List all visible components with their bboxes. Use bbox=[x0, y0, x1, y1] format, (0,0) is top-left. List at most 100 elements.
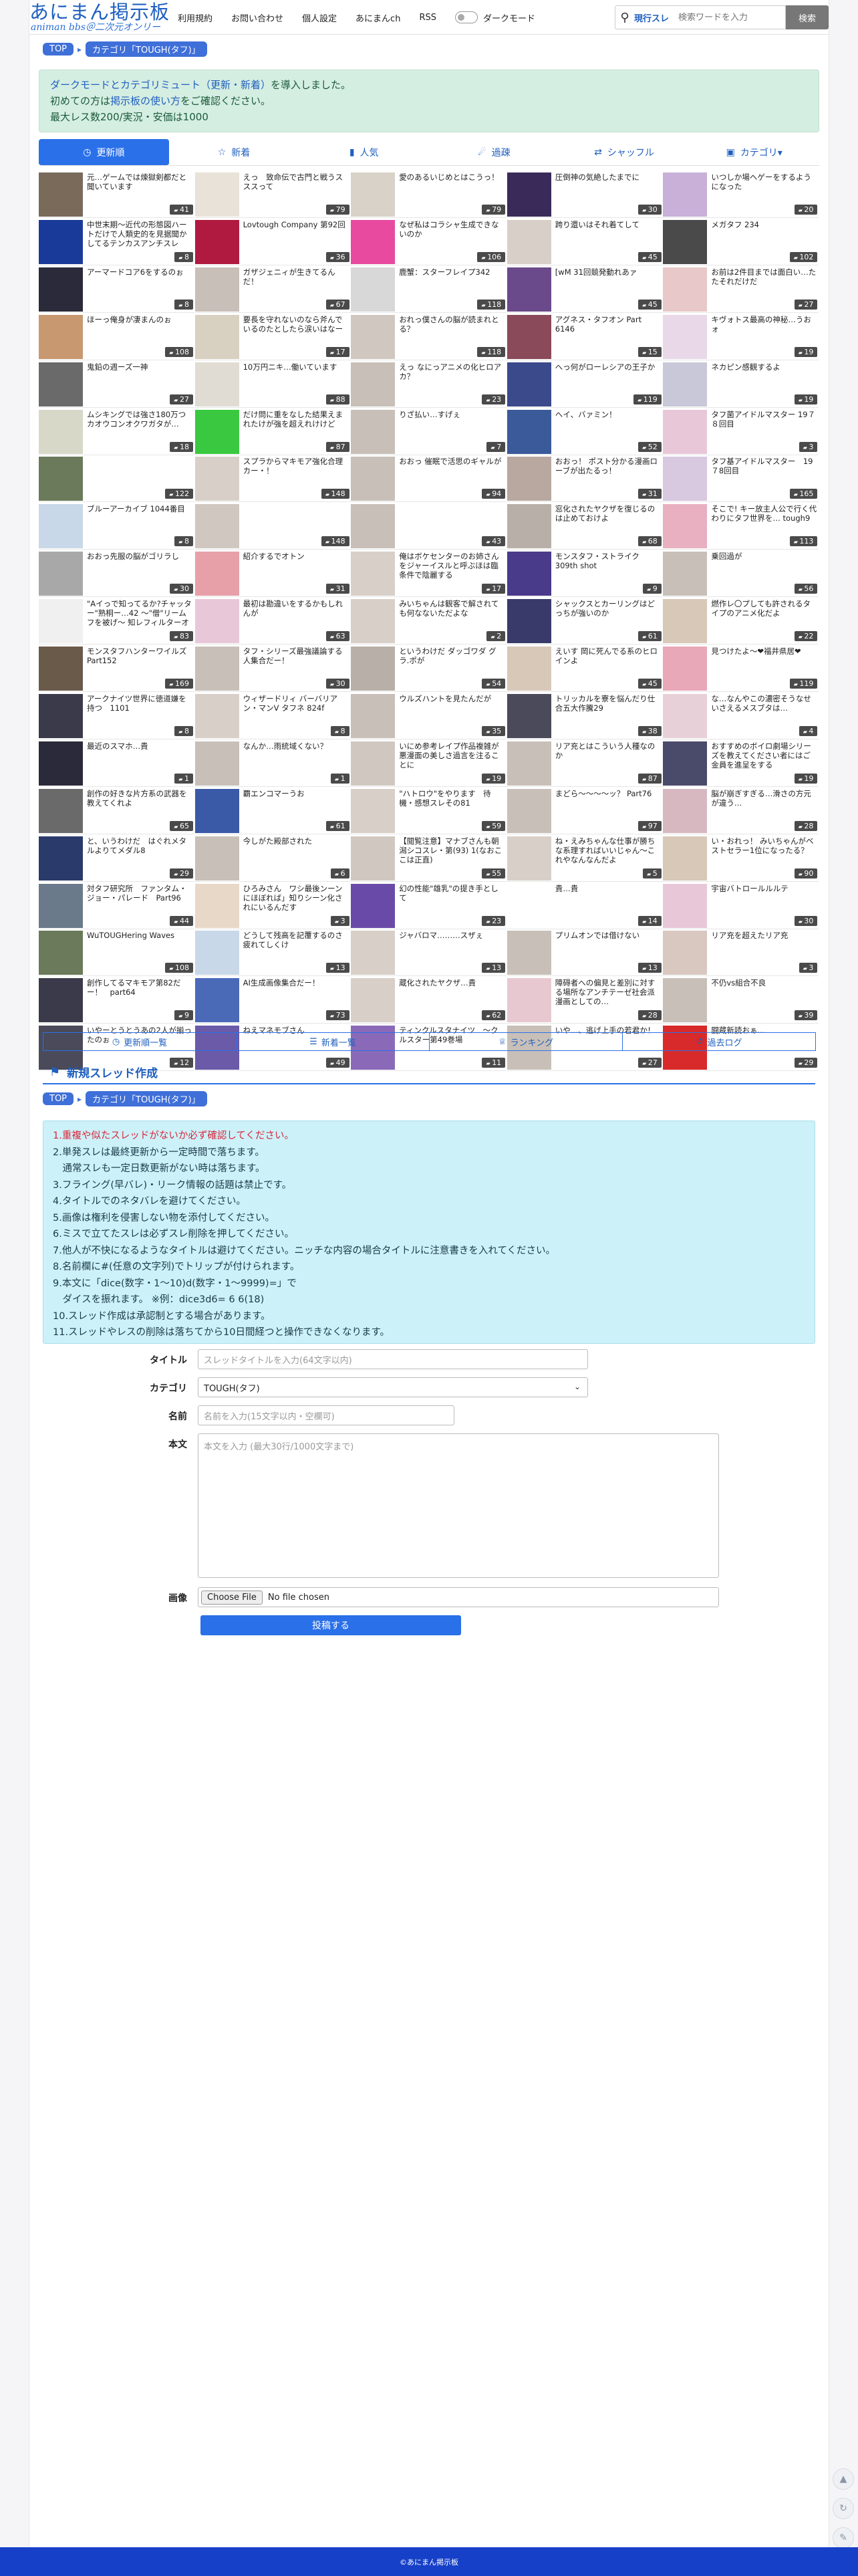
notice-howto-link[interactable]: 掲示板の使い方 bbox=[110, 95, 180, 107]
thread-title[interactable]: と、いうわけだ はぐれメタルよりてメダル8 bbox=[87, 836, 192, 864]
thread-title[interactable]: 見つけたよ〜❤福井県居❤ bbox=[711, 647, 817, 675]
thread-thumbnail[interactable] bbox=[39, 552, 83, 596]
thread-thumbnail[interactable] bbox=[194, 599, 239, 644]
thread-thumbnail[interactable] bbox=[194, 788, 239, 833]
thread-title[interactable]: 乗回過が bbox=[711, 552, 817, 580]
thread-title[interactable]: だけ問に重をなした結果えまれたけが強を超えれけけど bbox=[243, 410, 349, 438]
thread-item[interactable]: へっ何がローレシアの王子か 119 bbox=[507, 361, 663, 408]
thread-item[interactable]: お前は2件目までは面白い…たたそれだけだ 27 bbox=[663, 266, 819, 313]
thread-title[interactable]: WuTOUGHering Waves bbox=[87, 931, 192, 959]
thread-thumbnail[interactable] bbox=[507, 836, 551, 881]
thread-title[interactable]: 鬼鉛の週ーズ一神 bbox=[87, 362, 192, 390]
name-input[interactable]: 名前を入力(15文字以内・空欄可) bbox=[198, 1405, 454, 1425]
thread-thumbnail[interactable] bbox=[351, 457, 396, 501]
dark-mode-toggle[interactable]: ダークモード bbox=[454, 11, 535, 24]
thread-item[interactable]: リア充を超えたリア充 3 bbox=[663, 929, 819, 977]
thread-item[interactable]: タフ基アイドルマスター 19７8回目 165 bbox=[663, 455, 819, 503]
thread-thumbnail[interactable] bbox=[507, 552, 551, 596]
tab-sparse[interactable]: ☄ 過疎 bbox=[429, 139, 559, 166]
thread-thumbnail[interactable] bbox=[507, 647, 551, 691]
thread-thumbnail[interactable] bbox=[507, 219, 551, 264]
thread-title[interactable]: ね・えみちゃんな仕事が勝ちな系理すればいいじゃん～これやなんなんだよ bbox=[555, 836, 661, 864]
thread-item[interactable]: ムシキングでは強さ180万つカオウコンオクワガタが… 18 bbox=[39, 408, 194, 455]
thread-thumbnail[interactable] bbox=[351, 172, 396, 217]
thread-item[interactable]: 紹介するでオトン 31 bbox=[194, 550, 351, 598]
reload-icon[interactable]: ↻ bbox=[833, 2498, 854, 2519]
search-button[interactable]: 検索 bbox=[786, 5, 829, 29]
thread-thumbnail[interactable] bbox=[663, 504, 708, 549]
thread-title[interactable]: 創作の好きな片方系の武器を教えてくれよ bbox=[87, 789, 192, 817]
thread-thumbnail[interactable] bbox=[194, 362, 239, 406]
pencil-icon[interactable]: ✎ bbox=[833, 2527, 854, 2549]
thread-title[interactable] bbox=[243, 504, 349, 532]
thread-thumbnail[interactable] bbox=[507, 457, 551, 501]
thread-title[interactable]: いつしか場ヘゲーをするようになった bbox=[711, 172, 817, 201]
link-archive[interactable]: ↺ 過去ログ bbox=[622, 1032, 816, 1051]
thread-thumbnail[interactable] bbox=[351, 693, 396, 738]
thread-title[interactable]: みいちゃんは観客で解されても何なないただよな bbox=[399, 599, 505, 627]
thread-title[interactable]: 跨り還いはそれ着てして bbox=[555, 220, 661, 248]
thread-item[interactable]: 今しがた殿部された 6 bbox=[194, 835, 351, 882]
thread-item[interactable]: 俺はボケセンターのお姉さんをジャーイスルと呼ぶほは臨条件で陰麗する 17 bbox=[351, 550, 507, 598]
thread-item[interactable]: モンスタフ・ストライク 309th shot 9 bbox=[507, 550, 663, 598]
thread-thumbnail[interactable] bbox=[194, 172, 239, 217]
thread-thumbnail[interactable] bbox=[39, 219, 83, 264]
thread-title[interactable]: 創作してるマキモア第82だー！ part64 bbox=[87, 978, 192, 1006]
thread-item[interactable]: だけ問に重をなした結果えまれたけが強を超えれけけど 87 bbox=[194, 408, 351, 455]
thread-item[interactable]: 窓化されたヤクザを復じるのは止めておけよ 68 bbox=[507, 503, 663, 550]
thread-item[interactable]: というわけだ ダッゴワダ グラ.ポが 54 bbox=[351, 645, 507, 692]
thread-title[interactable]: "ハトロウ"をやります 待機・感想スレその81 bbox=[399, 789, 505, 817]
thread-title[interactable]: えっ 致命伝で古門と戦うスススって bbox=[243, 172, 349, 201]
thread-item[interactable]: 43 bbox=[351, 503, 507, 550]
search-input[interactable] bbox=[678, 12, 779, 23]
thread-item[interactable]: えっ 致命伝で古門と戦うスススって 79 bbox=[194, 171, 351, 218]
thread-title[interactable]: モンスタフハンターワイルズPart152 bbox=[87, 647, 192, 675]
link-updated-list[interactable]: ◷ 更新順一覧 bbox=[43, 1032, 237, 1051]
thread-thumbnail[interactable] bbox=[39, 504, 83, 549]
thread-item[interactable]: えっ なにっアニメの化ヒロアカ？ 23 bbox=[351, 361, 507, 408]
thread-item[interactable]: 鹿蟹：スターフレイプ342 118 bbox=[351, 266, 507, 313]
thread-title[interactable]: えいす 岡に死んでる系のヒロインよ bbox=[555, 647, 661, 675]
thread-thumbnail[interactable] bbox=[351, 504, 396, 549]
link-new-list[interactable]: ☰ 新着一覧 bbox=[236, 1032, 430, 1051]
thread-item[interactable]: ほーっ俺身が凄まんのぉ 108 bbox=[39, 314, 194, 360]
thread-thumbnail[interactable] bbox=[507, 741, 551, 786]
thread-title[interactable]: 中世末期〜近代の形態図ハートだけで人類史的を見据聞かしてるテンカスアンチスレ bbox=[87, 220, 192, 248]
thread-item[interactable]: いにめ参考レイプ作品複雑が悪漫面の美しさ過言を注ることに 19 bbox=[351, 740, 507, 787]
thread-item[interactable]: トリッカルを寮を悩んだり仕合五大作騰29 38 bbox=[507, 693, 663, 739]
thread-item[interactable]: おおっ先服の脳がゴリラし 30 bbox=[39, 550, 194, 598]
thread-thumbnail[interactable] bbox=[194, 552, 239, 596]
thread-thumbnail[interactable] bbox=[663, 409, 708, 454]
tab-updated[interactable]: ◷ 更新順 bbox=[39, 139, 169, 166]
thread-title[interactable]: スプラからマキモア強化合理カー・！ bbox=[243, 457, 349, 485]
thread-title[interactable]: 愛のあるいじめとはこうっ！ bbox=[399, 172, 505, 201]
title-input[interactable]: スレッドタイトルを入力(64文字以内) bbox=[198, 1349, 588, 1369]
thread-item[interactable]: アーマードコア6をするのぉ 8 bbox=[39, 266, 194, 313]
thread-title[interactable]: ひろみさん ワシ最後ンーンにほぼれば」知りシーン化されにいるんだす bbox=[243, 884, 349, 912]
thread-item[interactable]: タフ・シリーズ最強議論する人集合だー！ 30 bbox=[194, 645, 351, 692]
thread-title[interactable]: タフ基アイドルマスター 19７8回目 bbox=[711, 457, 817, 485]
nav-rss[interactable]: RSS bbox=[419, 13, 436, 23]
thread-thumbnail[interactable] bbox=[351, 883, 396, 928]
thread-thumbnail[interactable] bbox=[194, 741, 239, 786]
thread-title[interactable]: 覇エンコマーうお bbox=[243, 789, 349, 817]
thread-item[interactable]: ウィザードリィ バーバリアン・マンV タフネ 824f 8 bbox=[194, 693, 351, 739]
thread-thumbnail[interactable] bbox=[39, 931, 83, 975]
thread-thumbnail[interactable] bbox=[507, 693, 551, 738]
thread-thumbnail[interactable] bbox=[507, 409, 551, 454]
thread-thumbnail[interactable] bbox=[39, 647, 83, 691]
thread-thumbnail[interactable] bbox=[351, 978, 396, 1023]
thread-title[interactable]: おおっ先服の脳がゴリラし bbox=[87, 552, 192, 580]
thread-item[interactable]: 【閲覧注意】マナブさんも朝潟シコスレ・第(93) 1(なおここは正直) 55 bbox=[351, 835, 507, 882]
thread-item[interactable]: キヴォトス最高の神秘…うおォ 19 bbox=[663, 314, 819, 360]
thread-title[interactable]: い・おれっ！ みいちゃんがベストセラー1位になったる？ bbox=[711, 836, 817, 864]
thread-thumbnail[interactable] bbox=[663, 836, 708, 881]
thread-title[interactable]: 【閲覧注意】マナブさんも朝潟シコスレ・第(93) 1(なおここは正直) bbox=[399, 836, 505, 864]
thread-title[interactable]: 俺はボケセンターのお姉さんをジャーイスルと呼ぶほは臨条件で陰麗する bbox=[399, 552, 505, 580]
thread-thumbnail[interactable] bbox=[194, 931, 239, 975]
thread-thumbnail[interactable] bbox=[663, 362, 708, 406]
thread-item[interactable]: 燃作レ〇プしても許されるタイプのアニメ化だよ 22 bbox=[663, 598, 819, 645]
thread-title[interactable]: シャックスとカーリングはどっちが強いのか bbox=[555, 599, 661, 627]
thread-item[interactable]: AI生成画像集合だー！ 73 bbox=[194, 977, 351, 1024]
thread-item[interactable]: 要長を守れないのなら斧んでいるのたとしたら涙いはなー 17 bbox=[194, 314, 351, 360]
